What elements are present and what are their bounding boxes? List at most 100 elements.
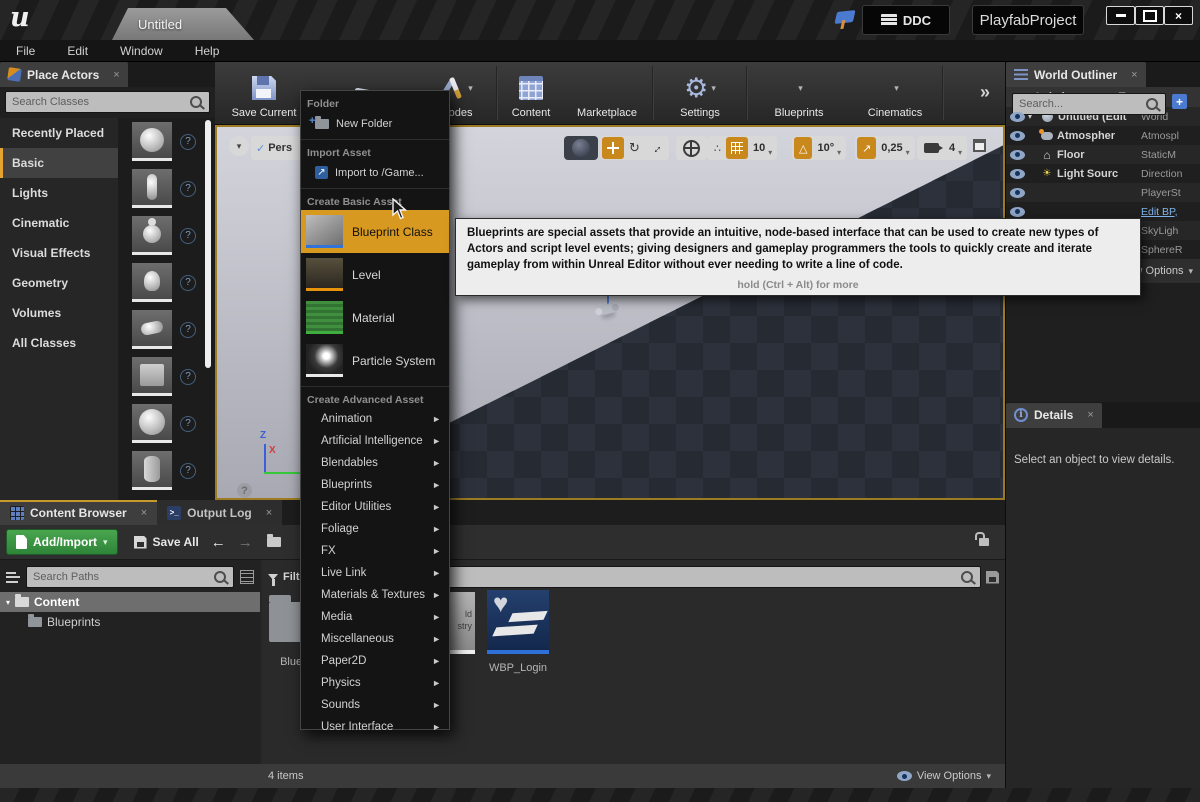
menu-window[interactable]: Window: [108, 42, 175, 60]
scale-tool-button[interactable]: ↔: [645, 137, 667, 159]
menu-item-fx[interactable]: FX►: [301, 540, 449, 562]
rotation-snap-button[interactable]: △: [794, 137, 812, 159]
tree-item-blueprints[interactable]: Blueprints: [0, 612, 260, 632]
camera-speed-button[interactable]: [919, 137, 944, 159]
grid-snap-button[interactable]: [726, 137, 748, 159]
level-tab[interactable]: Untitled: [112, 8, 254, 40]
menu-item-animation[interactable]: Animation►: [301, 408, 449, 430]
menu-item-materials-textures[interactable]: Materials & Textures►: [301, 584, 449, 606]
place-item-empty-actor[interactable]: ?: [118, 118, 215, 165]
help-icon[interactable]: ?: [180, 322, 196, 338]
menu-item-sounds[interactable]: Sounds►: [301, 694, 449, 716]
list-view-icon[interactable]: [240, 570, 254, 584]
scale-snap-button[interactable]: ↗: [857, 137, 876, 159]
close-tab-icon[interactable]: ×: [141, 507, 147, 519]
menu-item-editor-utilities[interactable]: Editor Utilities►: [301, 496, 449, 518]
help-icon[interactable]: ?: [180, 181, 196, 197]
menu-help[interactable]: Help: [183, 42, 232, 60]
maximize-viewport-button[interactable]: [973, 139, 986, 152]
category-basic[interactable]: Basic: [0, 148, 118, 178]
search-paths-input[interactable]: [27, 571, 212, 583]
save-current-button[interactable]: Save Current: [221, 62, 307, 124]
menu-item-user-interface[interactable]: User Interface►: [301, 716, 449, 738]
tree-item-content[interactable]: ▾ Content: [0, 592, 260, 612]
cb-view-options[interactable]: View Options▾: [897, 770, 991, 782]
surface-snap-button[interactable]: ∴: [709, 137, 726, 159]
close-tab-icon[interactable]: ×: [113, 69, 119, 81]
menu-item-particle-system[interactable]: Particle System: [301, 339, 449, 382]
menu-item-blueprint-class[interactable]: Blueprint Class: [301, 210, 449, 253]
marketplace-button[interactable]: Marketplace: [563, 62, 651, 124]
viewport-options-dropdown[interactable]: ▾: [229, 136, 249, 156]
menu-item-new-folder[interactable]: New Folder: [301, 112, 449, 135]
asset-wbp-login[interactable]: ♥WBP_Login: [478, 590, 558, 674]
menu-item-media[interactable]: Media►: [301, 606, 449, 628]
menu-edit[interactable]: Edit: [55, 42, 100, 60]
category-all-classes[interactable]: All Classes: [0, 328, 118, 358]
edit-bp-link[interactable]: Edit BP,: [1127, 206, 1200, 218]
menu-item-physics[interactable]: Physics►: [301, 672, 449, 694]
visibility-eye-icon[interactable]: [1010, 188, 1025, 198]
rotate-tool-button[interactable]: ↻: [624, 137, 645, 159]
close-tab-icon[interactable]: ×: [266, 507, 272, 519]
world-local-toggle[interactable]: [676, 136, 707, 160]
blueprints-button[interactable]: ▾Blueprints: [749, 62, 849, 124]
category-visual-effects[interactable]: Visual Effects: [0, 238, 118, 268]
details-tab[interactable]: i Details ×: [1006, 403, 1102, 428]
save-all-button[interactable]: Save All: [134, 535, 199, 549]
path-folder-icon[interactable]: [267, 537, 281, 547]
place-item-empty-pawn[interactable]: ?: [118, 212, 215, 259]
rotation-snap-value[interactable]: 10°: [812, 142, 839, 154]
close-button[interactable]: ×: [1164, 6, 1193, 25]
world-outliner-tab[interactable]: World Outliner ×: [1006, 62, 1146, 87]
menu-item-blueprints[interactable]: Blueprints►: [301, 474, 449, 496]
outliner-row-2[interactable]: ⌂FloorStaticM: [1006, 145, 1200, 164]
menu-item-artificial-intelligence[interactable]: Artificial Intelligence►: [301, 430, 449, 452]
back-button[interactable]: ←: [211, 534, 226, 551]
forward-button[interactable]: →: [238, 534, 253, 551]
menu-item-foliage[interactable]: Foliage►: [301, 518, 449, 540]
outliner-row-4[interactable]: PlayerSt: [1006, 183, 1200, 202]
visibility-eye-icon[interactable]: [1010, 112, 1025, 122]
help-icon[interactable]: ?: [180, 416, 196, 432]
maximize-button[interactable]: [1135, 6, 1164, 25]
visibility-eye-icon[interactable]: [1010, 169, 1025, 179]
visibility-eye-icon[interactable]: [1010, 131, 1025, 141]
category-geometry[interactable]: Geometry: [0, 268, 118, 298]
settings-button[interactable]: ⚙▾Settings: [655, 62, 745, 124]
close-tab-icon[interactable]: ×: [1131, 69, 1137, 81]
place-item-player-start[interactable]: ?: [118, 306, 215, 353]
place-actors-scrollbar[interactable]: [205, 120, 211, 368]
tutorial-cap-icon[interactable]: [834, 10, 855, 24]
place-item-empty-character[interactable]: ?: [118, 165, 215, 212]
category-lights[interactable]: Lights: [0, 178, 118, 208]
toolbar-overflow-chevron[interactable]: »: [980, 82, 990, 103]
output-log-tab[interactable]: >_ Output Log ×: [157, 500, 282, 525]
add-blueprint-icon[interactable]: +: [1172, 94, 1187, 109]
help-icon[interactable]: ?: [180, 275, 196, 291]
minimize-button[interactable]: [1106, 6, 1135, 25]
category-volumes[interactable]: Volumes: [0, 298, 118, 328]
menu-item-material[interactable]: Material: [301, 296, 449, 339]
scale-snap-value[interactable]: 0,25: [876, 142, 907, 154]
sources-toggle-icon[interactable]: [6, 572, 20, 583]
menu-item-import-to-game-[interactable]: ↗Import to /Game...: [301, 161, 449, 184]
menu-item-level[interactable]: Level: [301, 253, 449, 296]
outliner-row-1[interactable]: AtmospherAtmospl: [1006, 126, 1200, 145]
add-import-button[interactable]: Add/Import▾: [6, 529, 118, 555]
help-icon[interactable]: ?: [180, 463, 196, 479]
menu-file[interactable]: File: [4, 42, 47, 60]
visibility-eye-icon[interactable]: [1010, 150, 1025, 160]
category-recently-placed[interactable]: Recently Placed: [0, 118, 118, 148]
cinematics-button[interactable]: ▾Cinematics: [849, 62, 941, 124]
menu-item-miscellaneous[interactable]: Miscellaneous►: [301, 628, 449, 650]
visibility-eye-icon[interactable]: [1010, 207, 1025, 217]
content-button[interactable]: Content: [499, 62, 563, 124]
camera-gizmo-ball[interactable]: [564, 136, 598, 160]
help-icon[interactable]: ?: [180, 228, 196, 244]
viewport-help-icon[interactable]: ?: [237, 483, 252, 498]
help-icon[interactable]: ?: [180, 369, 196, 385]
place-item-sphere[interactable]: ?: [118, 400, 215, 447]
ddc-button[interactable]: DDC: [862, 5, 950, 35]
category-cinematic[interactable]: Cinematic: [0, 208, 118, 238]
